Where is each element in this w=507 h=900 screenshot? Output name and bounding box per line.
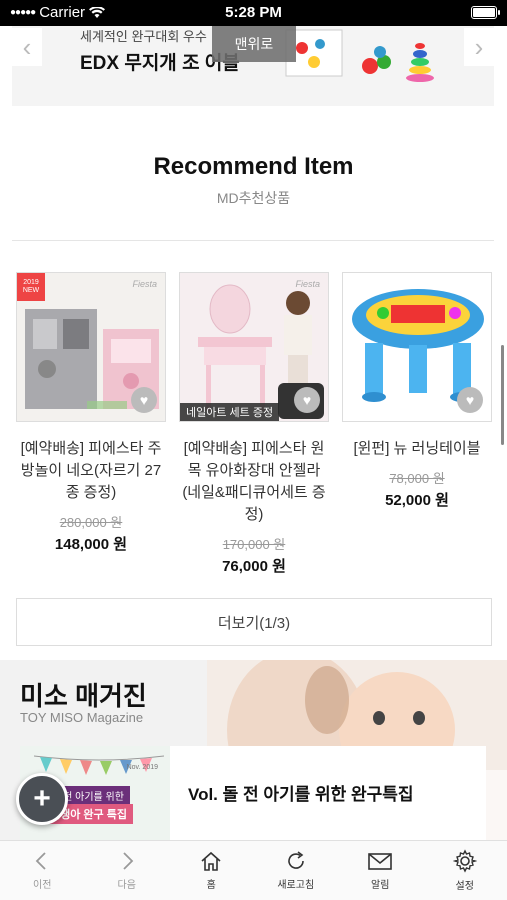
divider	[12, 240, 494, 241]
product-card[interactable]: Fiesta 네일아트 세트 증정 ♥ [예약배송] 피에스타 원목 유아화장대…	[179, 272, 329, 576]
product-card[interactable]: 2019 NEW Fiesta ♥ [예약배송] 피에스타 주방놀이 네오(자르…	[16, 272, 166, 554]
status-bar: ●●●●● Carrier 5:28 PM	[0, 0, 507, 26]
product-name[interactable]: [윈펀] 뉴 러닝테이블	[342, 438, 492, 460]
magazine-subtitle: TOY MISO Magazine	[20, 710, 144, 725]
nav-notifications[interactable]: 알림	[338, 841, 423, 900]
nav-home[interactable]: 홈	[169, 841, 254, 900]
scroll-to-top-button[interactable]: 맨위로	[212, 26, 296, 62]
banner-prev-button[interactable]: ‹	[12, 28, 42, 66]
product-name[interactable]: [예약배송] 피에스타 원목 유아화장대 안젤라(네일&패디큐어세트 증정)	[179, 438, 329, 526]
nav-label: 알림	[371, 880, 390, 891]
product-name[interactable]: [예약배송] 피에스타 주방놀이 네오(자르기 27종 증정)	[16, 438, 166, 504]
refresh-icon	[287, 851, 304, 869]
clock: 5:28 PM	[225, 4, 282, 21]
magazine-article-card[interactable]: Nov. 2019 돌 이전 아기를 위한 신생아 완구 특집 Vol. 돌 전…	[20, 746, 486, 840]
product-price: 52,000 원	[385, 492, 449, 509]
wishlist-heart-icon[interactable]: ♥	[131, 387, 157, 413]
wishlist-heart-icon[interactable]: ♥	[294, 387, 320, 413]
product-price: 76,000 원	[222, 558, 286, 575]
product-image[interactable]: ♥	[342, 272, 492, 422]
product-image[interactable]: 2019 NEW Fiesta ♥	[16, 272, 166, 422]
product-card[interactable]: ♥ [윈펀] 뉴 러닝테이블 78,000 원 52,000 원	[342, 272, 492, 510]
article-title[interactable]: Vol. 돌 전 아기를 위한 완구특집	[188, 780, 414, 805]
nav-label: 새로고침	[277, 880, 315, 891]
home-icon	[201, 851, 221, 871]
mail-icon	[368, 853, 393, 870]
chevron-left-icon: ‹	[22, 31, 32, 62]
banner-product-image	[285, 29, 434, 82]
nav-back[interactable]: 이전	[0, 841, 85, 900]
banner-next-button[interactable]: ›	[464, 28, 494, 66]
brand-logo: Fiesta	[132, 279, 157, 289]
nav-label: 이전	[33, 880, 52, 891]
brand-logo: Fiesta	[295, 279, 320, 289]
nav-label: 다음	[117, 880, 136, 891]
chevron-left-icon	[35, 852, 46, 870]
plus-icon: +	[33, 782, 51, 815]
product-original-price: 170,000 원	[222, 537, 286, 552]
chevron-right-icon	[123, 852, 134, 870]
bottom-nav: 이전 다음 홈 새로고침 알림 설정	[0, 840, 507, 900]
nav-label: 설정	[455, 881, 474, 892]
new-badge: 2019 NEW	[17, 273, 45, 301]
nav-refresh[interactable]: 새로고침	[254, 841, 339, 900]
product-original-price: 280,000 원	[59, 515, 123, 530]
banner-subtitle: 세계적인 완구대회 우수	[80, 29, 207, 44]
scrollbar[interactable]	[501, 345, 504, 445]
product-original-price: 78,000 원	[389, 471, 445, 486]
promo-overlay-label: 네일아트 세트 증정	[180, 403, 280, 421]
battery-icon	[471, 6, 500, 19]
section-title: Recommend Item	[153, 153, 354, 180]
article-date: Nov. 2019	[126, 764, 158, 771]
product-price: 148,000 원	[54, 536, 128, 553]
wishlist-heart-icon[interactable]: ♥	[457, 387, 483, 413]
nav-forward[interactable]: 다음	[85, 841, 170, 900]
magazine-section: 미소 매거진 TOY MISO Magazine Nov. 2019 돌 이전 …	[0, 660, 507, 840]
gear-icon	[452, 849, 477, 873]
magazine-title: 미소 매거진	[20, 681, 147, 711]
section-subtitle: MD추천상품	[216, 190, 291, 206]
add-floating-button[interactable]: +	[16, 773, 68, 825]
product-image[interactable]: Fiesta 네일아트 세트 증정 ♥	[179, 272, 329, 422]
load-more-button[interactable]: 더보기(1/3)	[16, 598, 492, 646]
nav-settings[interactable]: 설정	[423, 841, 507, 900]
nav-label: 홈	[206, 880, 216, 891]
chevron-right-icon: ›	[474, 31, 484, 62]
